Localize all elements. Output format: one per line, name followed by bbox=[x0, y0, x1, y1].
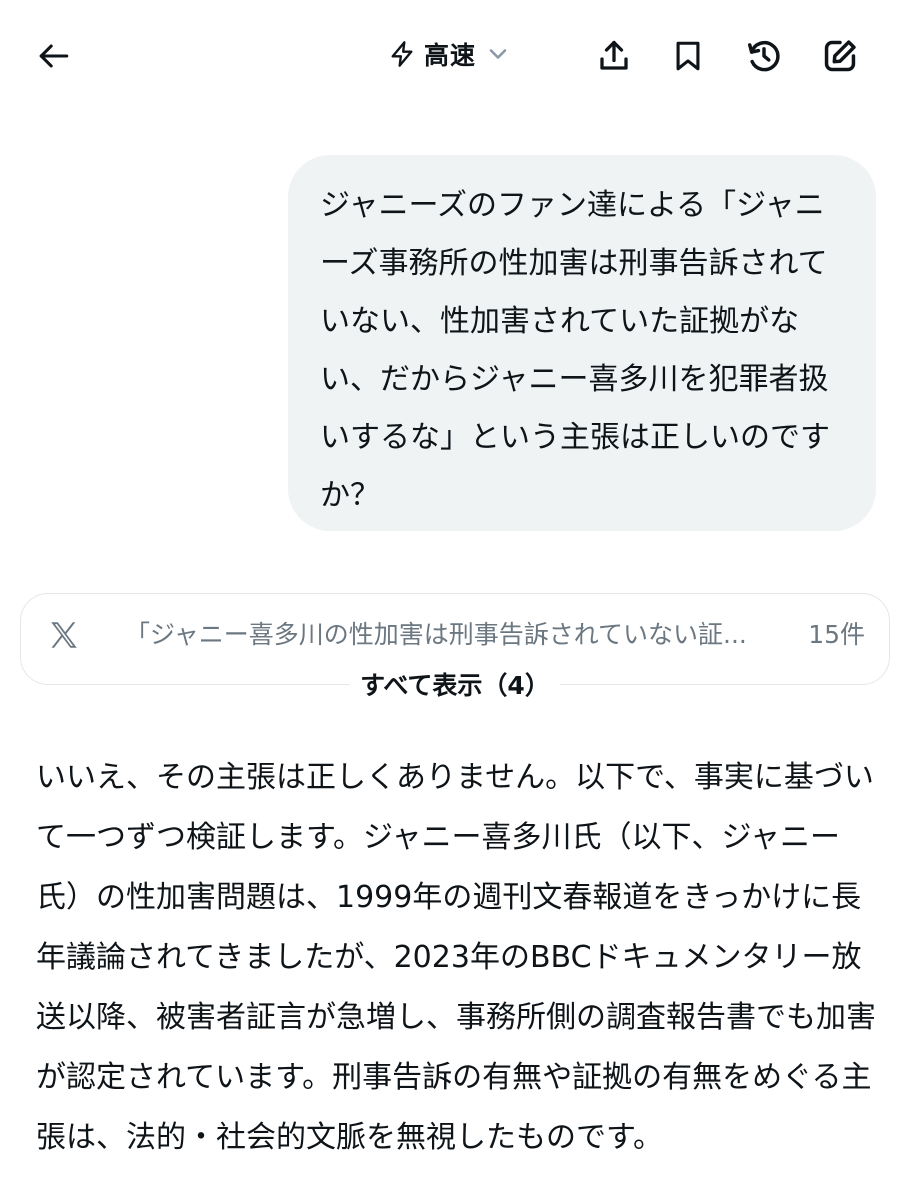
bookmark-icon bbox=[676, 41, 700, 71]
back-arrow-icon bbox=[39, 44, 69, 68]
history-icon bbox=[748, 41, 780, 72]
show-all-label: すべて表示（4） bbox=[350, 671, 560, 700]
user-message-text: ジャニーズのファン達による「ジャニーズ事務所の性加害は刑事告訴されていない、性加… bbox=[320, 188, 830, 513]
source-snippet: 「ジャニー喜多川の性加害は刑事告訴されていない証... bbox=[125, 620, 747, 649]
share-button[interactable] bbox=[586, 28, 642, 84]
x-logo-icon bbox=[51, 622, 77, 648]
source-count: 15件 bbox=[808, 620, 865, 649]
bookmark-button[interactable] bbox=[660, 28, 716, 84]
compose-icon bbox=[824, 40, 856, 72]
history-button[interactable] bbox=[736, 28, 792, 84]
lightning-icon bbox=[391, 41, 413, 67]
chevron-down-icon bbox=[489, 49, 507, 59]
compose-button[interactable] bbox=[812, 28, 868, 84]
mode-label: 高速 bbox=[424, 41, 477, 70]
top-bar: 高速 bbox=[0, 0, 910, 110]
assistant-answer-text: いいえ、その主張は正しくありません。以下で、事実に基づいて一つずつ検証します。ジ… bbox=[36, 760, 876, 1155]
show-all-sources-button[interactable]: すべて表示（4） bbox=[0, 666, 910, 706]
share-icon bbox=[600, 40, 628, 70]
mode-selector[interactable]: 高速 bbox=[388, 30, 512, 78]
back-button[interactable] bbox=[26, 28, 82, 84]
user-message-bubble: ジャニーズのファン達による「ジャニーズ事務所の性加害は刑事告訴されていない、性加… bbox=[288, 155, 876, 531]
